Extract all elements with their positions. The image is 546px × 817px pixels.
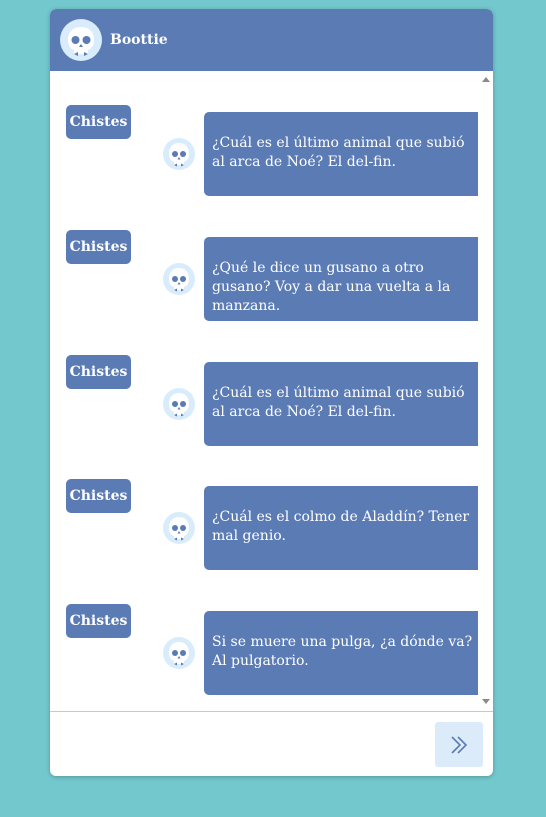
composer-divider bbox=[50, 711, 493, 712]
bot-message: ¿Cuál es el último animal que subió al a… bbox=[204, 362, 478, 446]
user-message: Chistes bbox=[66, 230, 131, 264]
user-message: Chistes bbox=[66, 604, 131, 638]
scroll-up-icon[interactable] bbox=[482, 77, 490, 82]
bot-avatar-icon bbox=[163, 512, 195, 544]
bot-avatar-icon bbox=[163, 637, 195, 669]
send-button[interactable] bbox=[435, 722, 483, 767]
scroll-down-icon[interactable] bbox=[482, 699, 490, 704]
bot-message: ¿Cuál es el colmo de Aladdín? Tener mal … bbox=[204, 486, 478, 570]
bot-message: ¿Qué le dice un gusano a otro gusano? Vo… bbox=[204, 237, 478, 321]
chat-header: Boottie bbox=[50, 9, 493, 71]
bot-avatar-icon bbox=[163, 138, 195, 170]
chat-window: Boottie Chistes ¿Cuál es el último anima… bbox=[50, 9, 493, 776]
bot-avatar-icon bbox=[163, 263, 195, 295]
double-chevron-right-icon bbox=[451, 735, 468, 754]
bot-message: ¿Cuál es el último animal que subió al a… bbox=[204, 112, 478, 196]
message-list[interactable]: Chistes ¿Cuál es el último animal que su… bbox=[50, 71, 493, 711]
bot-avatar-icon bbox=[60, 19, 102, 61]
chat-title: Boottie bbox=[110, 32, 168, 48]
user-message: Chistes bbox=[66, 105, 131, 139]
bot-avatar-icon bbox=[163, 388, 195, 420]
user-message: Chistes bbox=[66, 355, 131, 389]
bot-message: Si se muere una pulga, ¿a dónde va? Al p… bbox=[204, 611, 478, 695]
user-message: Chistes bbox=[66, 479, 131, 513]
